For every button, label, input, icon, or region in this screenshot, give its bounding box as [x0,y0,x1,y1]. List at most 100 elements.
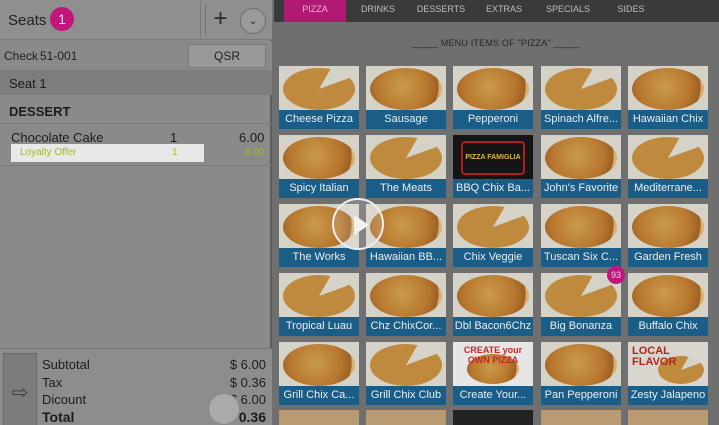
menu-item-label: John's Favorite [541,179,621,198]
menu-item-tile[interactable]: Grill Chix Ca... [279,342,359,405]
tab-extras[interactable]: EXTRAS [479,0,529,22]
menu-item-tile[interactable]: CREATE your OWN PIZZA Create Your... [453,342,533,405]
menu-title: _____ MENU ITEMS OF "PIZZA" _____ [412,38,580,48]
tab-sides[interactable]: SIDES [606,0,656,22]
order-item-qty: 1 [170,130,178,145]
menu-item-label: Hawaiian Chix [628,110,708,129]
menu-item-label: Cheese Pizza [279,110,359,129]
menu-item-tile[interactable]: Tropical Luau [279,273,359,336]
seat-header[interactable]: Seat 1 [0,70,272,95]
menu-tile-peek [628,410,708,425]
menu-item-image [279,273,359,317]
pizza-famiglia-logo: PIZZA FAMIGLIA [461,141,525,175]
menu-item-tile[interactable]: Hawaiian Chix [628,66,708,129]
check-number: 51-001 [40,49,78,63]
pizza-image [370,344,442,386]
play-button[interactable] [332,198,384,250]
pizza-image [632,275,704,317]
menu-item-label: The Works [279,248,359,267]
create-pizza-graphic: CREATE your OWN PIZZA [463,345,523,365]
pizza-image [457,275,529,317]
pizza-image [283,344,355,386]
check-label: Check [4,49,39,63]
menu-item-tile[interactable]: Grill Chix Club [366,342,446,405]
pizza-image [545,275,617,317]
menu-item-image: LOCAL FLAVOR [628,342,708,386]
order-type-button[interactable]: QSR [188,44,266,68]
pay-handle[interactable] [208,393,240,425]
split-check-button[interactable]: ⇨ [3,353,37,425]
subtotal-value: $ 6.00 [229,357,266,372]
menu-item-image [453,204,533,248]
menu-item-tile[interactable]: Pepperoni [453,66,533,129]
menu-item-tile[interactable]: Big Bonanza [541,273,621,336]
menu-item-image: PIZZA FAMIGLIA [453,135,533,179]
loyalty-offer-row[interactable]: Loyalty Offer 1 [11,144,204,162]
menu-item-tile[interactable]: John's Favorite [541,135,621,198]
menu-item-tile[interactable]: Tuscan Six C... [541,204,621,267]
menu-item-image [366,66,446,110]
check-row: Check 51-001 QSR [0,41,272,71]
pizza-image [632,206,704,248]
menu-item-tile[interactable]: Spicy Italian [279,135,359,198]
menu-item-label: Sausage [366,110,446,129]
pizza-image [457,68,529,110]
menu-item-label: BBQ Chix Ba... [453,179,533,198]
total-label: Total [42,409,75,425]
menu-item-tile[interactable]: Dbl Bacon6Chz [453,273,533,336]
add-seat-button[interactable]: + [205,5,235,35]
plus-icon: + [213,5,228,32]
item-count-badge: 93 [607,266,625,284]
menu-item-tile[interactable]: Mediterrane... [628,135,708,198]
tab-specials[interactable]: SPECIALS [540,0,596,22]
menu-item-label: Tuscan Six C... [541,248,621,267]
menu-item-image [628,66,708,110]
menu-item-label: Zesty Jalapeno [628,386,708,405]
pizza-image [283,137,355,179]
divider [0,165,272,166]
tab-desserts[interactable]: DESSERTS [414,0,468,22]
menu-tile-peek [453,410,533,425]
menu-item-label: Hawaiian BB... [366,248,446,267]
order-item-name[interactable]: Chocolate Cake [11,130,104,145]
order-item-price: 6.00 [239,130,265,145]
menu-item-tile[interactable]: LOCAL FLAVOR Zesty Jalapeno [628,342,708,405]
pizza-image [283,68,355,110]
pizza-image [283,275,355,317]
menu-item-image: CREATE your OWN PIZZA [453,342,533,386]
seats-label: Seats [8,12,47,29]
totals-panel: ⇨ Subtotal $ 6.00 Tax $ 0.36 Dicount $ 6… [0,348,272,425]
tax-label: Tax [42,375,63,390]
menu-item-label: Chz ChixCor... [366,317,446,336]
pizza-image [370,137,442,179]
seat-count-badge[interactable]: 1 [50,7,74,31]
menu-item-tile[interactable]: The Meats [366,135,446,198]
menu-item-image [453,273,533,317]
menu-item-tile[interactable]: Chz ChixCor... [366,273,446,336]
menu-item-tile[interactable]: PIZZA FAMIGLIA BBQ Chix Ba... [453,135,533,198]
tab-pizza[interactable]: PIZZA [284,0,346,22]
menu-item-tile[interactable]: Spinach Alfre... [541,66,621,129]
menu-item-tile[interactable]: Chix Veggie [453,204,533,267]
order-panel: Seats 1 + ⌄ Check 51-001 QSR Seat 1 DESS… [0,0,272,425]
menu-item-image [541,204,621,248]
menu-item-label: Grill Chix Club [366,386,446,405]
seats-bar: Seats 1 + ⌄ [0,0,272,40]
pizza-image [457,206,529,248]
menu-item-tile[interactable]: Sausage [366,66,446,129]
tab-drinks[interactable]: DRINKS [352,0,404,22]
menu-item-tile[interactable]: Garden Fresh [628,204,708,267]
menu-item-tile[interactable]: Buffalo Chix [628,273,708,336]
menu-item-image [453,66,533,110]
menu-item-image [541,342,621,386]
menu-item-tile[interactable]: Pan Pepperoni [541,342,621,405]
chevron-down-icon: ⌄ [248,15,258,27]
menu-item-image [628,135,708,179]
pizza-image [632,137,704,179]
menu-item-tile[interactable]: Cheese Pizza [279,66,359,129]
menu-item-label: Pan Pepperoni [541,386,621,405]
menu-item-label: Spinach Alfre... [541,110,621,129]
seat-options-button[interactable]: ⌄ [240,8,266,34]
menu-tile-peek [366,410,446,425]
menu-item-image [541,66,621,110]
